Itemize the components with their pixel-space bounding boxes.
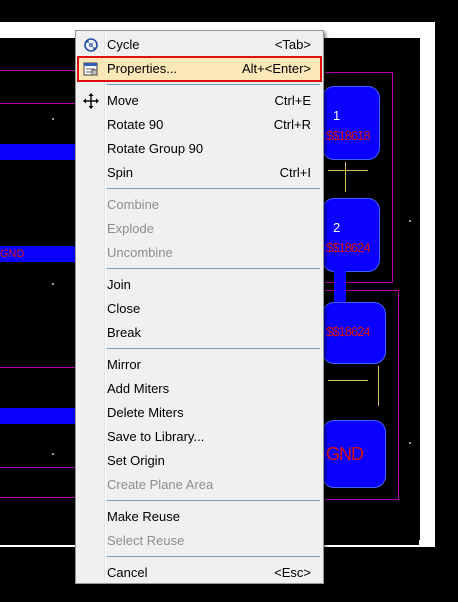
menu-item-break[interactable]: Break [78,321,321,345]
pad-number: 2 [333,220,341,235]
menu-item-label: Move [107,93,139,108]
menu-item-label: Delete Miters [107,405,184,420]
move-icon [82,92,100,110]
menu-item-label: Uncombine [107,245,173,260]
outline-line [0,467,78,468]
menu-item-label: Mirror [107,357,141,372]
menu-item-close[interactable]: Close [78,297,321,321]
grid-dot [409,220,411,222]
pad-net-label: GND [326,444,364,464]
menu-item-label: Rotate 90 [107,117,164,132]
menu-item-shortcut: <Esc> [274,565,311,580]
component-outline [398,290,399,500]
net-label: GND [0,248,25,260]
outline-line [0,70,78,71]
menu-item-delete-miters[interactable]: Delete Miters [78,401,321,425]
menu-item-label: Cancel [107,565,148,580]
menu-item-set-origin[interactable]: Set Origin [78,449,321,473]
menu-item-spin[interactable]: Spin Ctrl+I [78,161,321,185]
menu-item-label: Break [107,325,141,340]
menu-item-rotate-90[interactable]: Rotate 90 Ctrl+R [78,113,321,137]
copper-trace [0,144,78,160]
menu-item-combine[interactable]: Combine [78,193,321,217]
outline-line [0,497,78,498]
menu-separator [107,188,320,189]
menu-item-label: Close [107,301,141,316]
menu-item-label: Add Miters [107,381,170,396]
menu-item-label: Make Reuse [107,509,180,524]
pad-net-label: $$18624 [326,240,371,255]
menu-item-create-plane-area[interactable]: Create Plane Area [78,473,321,497]
copper-trace [334,268,346,304]
menu-item-shortcut: Ctrl+I [279,165,311,180]
menu-item-make-reuse[interactable]: Make Reuse [78,505,321,529]
menu-item-label: Save to Library... [107,429,205,444]
cycle-icon [82,36,100,54]
menu-item-cycle[interactable]: Cycle <Tab> [78,33,321,57]
menu-item-shortcut: <Tab> [274,37,311,52]
menu-item-label: Properties... [107,61,178,76]
menu-item-uncombine[interactable]: Uncombine [78,241,321,265]
outline-line [0,103,78,104]
menu-item-label: Select Reuse [107,533,185,548]
menu-separator [107,348,320,349]
menu-item-rotate-group-90[interactable]: Rotate Group 90 [78,137,321,161]
properties-icon [82,60,100,78]
menu-item-move[interactable]: Move Ctrl+E [78,89,321,113]
pad-2[interactable] [322,198,380,272]
menu-item-label: Combine [107,197,160,212]
menu-item-mirror[interactable]: Mirror [78,353,321,377]
component-outline [392,72,393,282]
menu-item-select-reuse[interactable]: Select Reuse [78,529,321,553]
outline-line [0,367,78,368]
component-outline [325,72,393,73]
pad-1[interactable] [322,86,380,160]
grid-dot [52,118,54,120]
menu-item-join[interactable]: Join [78,273,321,297]
component-outline [325,499,399,500]
menu-separator [107,500,320,501]
menu-separator [107,268,320,269]
context-menu: Cycle <Tab> Properties... Alt+<Enter> Mo… [75,30,324,584]
menu-item-label: Create Plane Area [107,477,214,492]
menu-item-label: Join [107,277,131,292]
menu-separator [107,556,320,557]
menu-item-explode[interactable]: Explode [78,217,321,241]
menu-separator [107,84,320,85]
menu-item-label: Rotate Group 90 [107,141,204,156]
menu-item-add-miters[interactable]: Add Miters [78,377,321,401]
menu-item-shortcut: Ctrl+R [273,117,311,132]
copper-trace [0,408,78,424]
menu-item-label: Cycle [107,37,140,52]
grid-dot [409,442,411,444]
menu-item-shortcut: Alt+<Enter> [241,61,311,76]
grid-dot [52,453,54,455]
menu-item-shortcut: Ctrl+E [274,93,311,108]
menu-item-label: Set Origin [107,453,165,468]
grid-dot [52,283,54,285]
silkscreen-line [378,366,379,406]
menu-item-cancel[interactable]: Cancel <Esc> [78,561,321,585]
silkscreen-line [328,380,368,381]
pad-net-label: $$18618 [326,128,371,143]
menu-item-save-to-library[interactable]: Save to Library... [78,425,321,449]
pad-net-label: $$18624 [326,324,371,339]
silkscreen-line [328,170,368,171]
menu-item-label: Explode [107,221,154,236]
menu-item-label: Spin [107,165,134,180]
pad-number: 1 [333,108,341,123]
menu-item-properties[interactable]: Properties... Alt+<Enter> [77,56,322,82]
silkscreen-line [345,162,346,192]
